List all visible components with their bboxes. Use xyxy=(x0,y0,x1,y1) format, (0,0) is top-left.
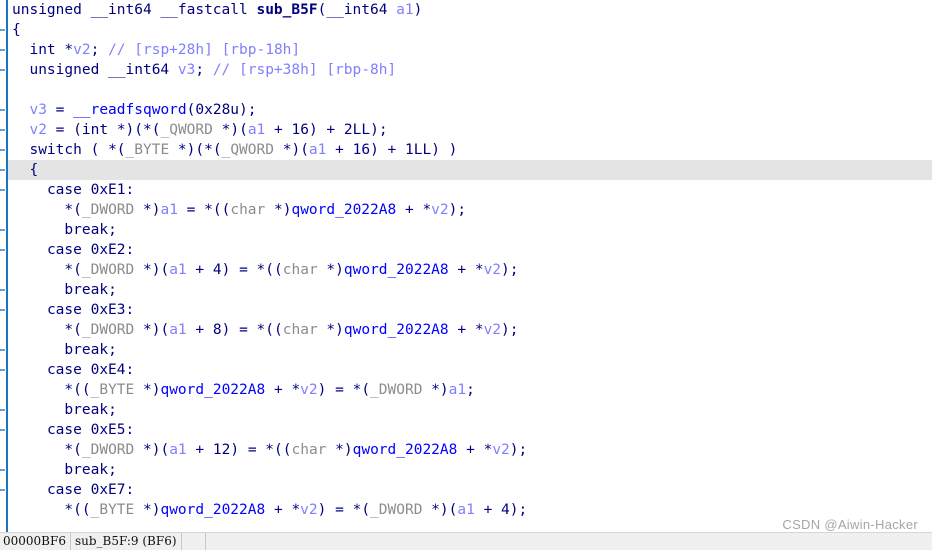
gutter-mark xyxy=(0,109,5,111)
gutter-mark xyxy=(0,409,5,411)
code-line[interactable]: switch ( *(_BYTE *)(*(_QWORD *)(a1 + 16)… xyxy=(8,140,932,160)
code-line[interactable]: *(_DWORD *)(a1 + 8) = *((char *)qword_20… xyxy=(8,320,932,340)
gutter-mark xyxy=(0,29,5,31)
code-line[interactable]: *((_BYTE *)qword_2022A8 + *v2) = *(_DWOR… xyxy=(8,380,932,400)
code-line[interactable]: break; xyxy=(8,340,932,360)
code-line[interactable]: *(_DWORD *)(a1 + 4) = *((char *)qword_20… xyxy=(8,260,932,280)
code-line[interactable]: break; xyxy=(8,460,932,480)
code-line[interactable]: break; xyxy=(8,220,932,240)
code-line[interactable]: int *v2; // [rsp+28h] [rbp-18h] xyxy=(8,40,932,60)
status-bar: 00000BF6 sub_B5F:9 (BF6) xyxy=(0,532,932,550)
pseudocode-code-area[interactable]: unsigned __int64 __fastcall sub_B5F(__in… xyxy=(0,0,932,533)
gutter-mark xyxy=(0,249,5,251)
gutter-mark xyxy=(0,49,5,51)
gutter-mark xyxy=(0,69,5,71)
code-line[interactable]: { xyxy=(8,160,932,180)
code-line[interactable]: case 0xE1: xyxy=(8,180,932,200)
gutter-mark xyxy=(0,189,5,191)
code-line[interactable]: case 0xE2: xyxy=(8,240,932,260)
code-lines-container[interactable]: unsigned __int64 __fastcall sub_B5F(__in… xyxy=(8,0,932,520)
gutter-mark xyxy=(0,149,5,151)
ida-pseudocode-window: unsigned __int64 __fastcall sub_B5F(__in… xyxy=(0,0,932,550)
gutter-mark xyxy=(0,429,5,431)
gutter-mark xyxy=(0,349,5,351)
code-line[interactable]: case 0xE7: xyxy=(8,480,932,500)
gutter-mark xyxy=(0,289,5,291)
code-line[interactable]: *(_DWORD *)(a1 + 12) = *((char *)qword_2… xyxy=(8,440,932,460)
gutter-mark xyxy=(0,489,5,491)
code-line[interactable]: unsigned __int64 v3; // [rsp+38h] [rbp-8… xyxy=(8,60,932,80)
code-line[interactable]: case 0xE4: xyxy=(8,360,932,380)
code-line[interactable]: case 0xE3: xyxy=(8,300,932,320)
gutter-mark xyxy=(0,129,5,131)
code-line[interactable]: v2 = (int *)(*(_QWORD *)(a1 + 16) + 2LL)… xyxy=(8,120,932,140)
code-line[interactable]: { xyxy=(8,20,932,40)
gutter-mark xyxy=(0,169,5,171)
code-line[interactable]: break; xyxy=(8,400,932,420)
gutter-mark xyxy=(0,229,5,231)
code-line[interactable] xyxy=(8,80,932,100)
code-line[interactable]: unsigned __int64 __fastcall sub_B5F(__in… xyxy=(8,0,932,20)
code-line[interactable]: break; xyxy=(8,280,932,300)
gutter-mark xyxy=(0,309,5,311)
code-line[interactable]: *(_DWORD *)a1 = *((char *)qword_2022A8 +… xyxy=(8,200,932,220)
status-extra-cell xyxy=(182,533,206,550)
status-address: 00000BF6 xyxy=(0,533,71,550)
gutter-mark xyxy=(0,369,5,371)
code-line[interactable]: v3 = __readfsqword(0x28u); xyxy=(8,100,932,120)
code-line[interactable]: case 0xE5: xyxy=(8,420,932,440)
status-location: sub_B5F:9 (BF6) xyxy=(71,533,182,550)
gutter-mark xyxy=(0,469,5,471)
code-line[interactable]: *((_BYTE *)qword_2022A8 + *v2) = *(_DWOR… xyxy=(8,500,932,520)
